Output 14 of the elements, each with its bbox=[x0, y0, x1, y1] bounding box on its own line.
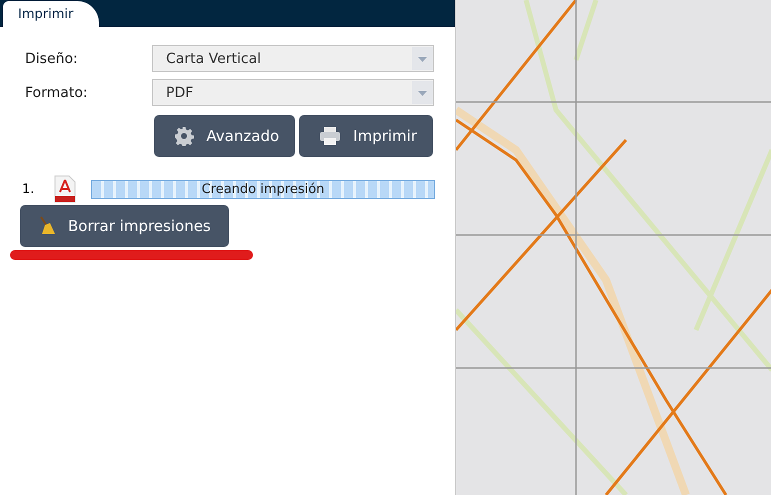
dropdown[interactable]: PDF bbox=[152, 79, 434, 106]
gear-icon bbox=[174, 126, 194, 146]
dropdown[interactable]: Carta Vertical bbox=[152, 45, 434, 72]
clear-prints-button[interactable]: Borrar impresiones bbox=[20, 205, 229, 247]
settings-button[interactable]: Avanzado bbox=[154, 115, 296, 157]
print-button[interactable]: Imprimir bbox=[299, 115, 433, 157]
progress-status: Creando impresión bbox=[202, 182, 324, 196]
printer-icon bbox=[319, 126, 342, 146]
pdf-file-icon[interactable] bbox=[54, 175, 76, 203]
field-label: Formato: bbox=[25, 84, 89, 100]
broom-icon bbox=[38, 216, 56, 236]
list-number: 1. bbox=[22, 182, 36, 196]
field-label: Diseño: bbox=[25, 50, 79, 66]
tab[interactable]: Imprimir bbox=[3, 1, 100, 27]
